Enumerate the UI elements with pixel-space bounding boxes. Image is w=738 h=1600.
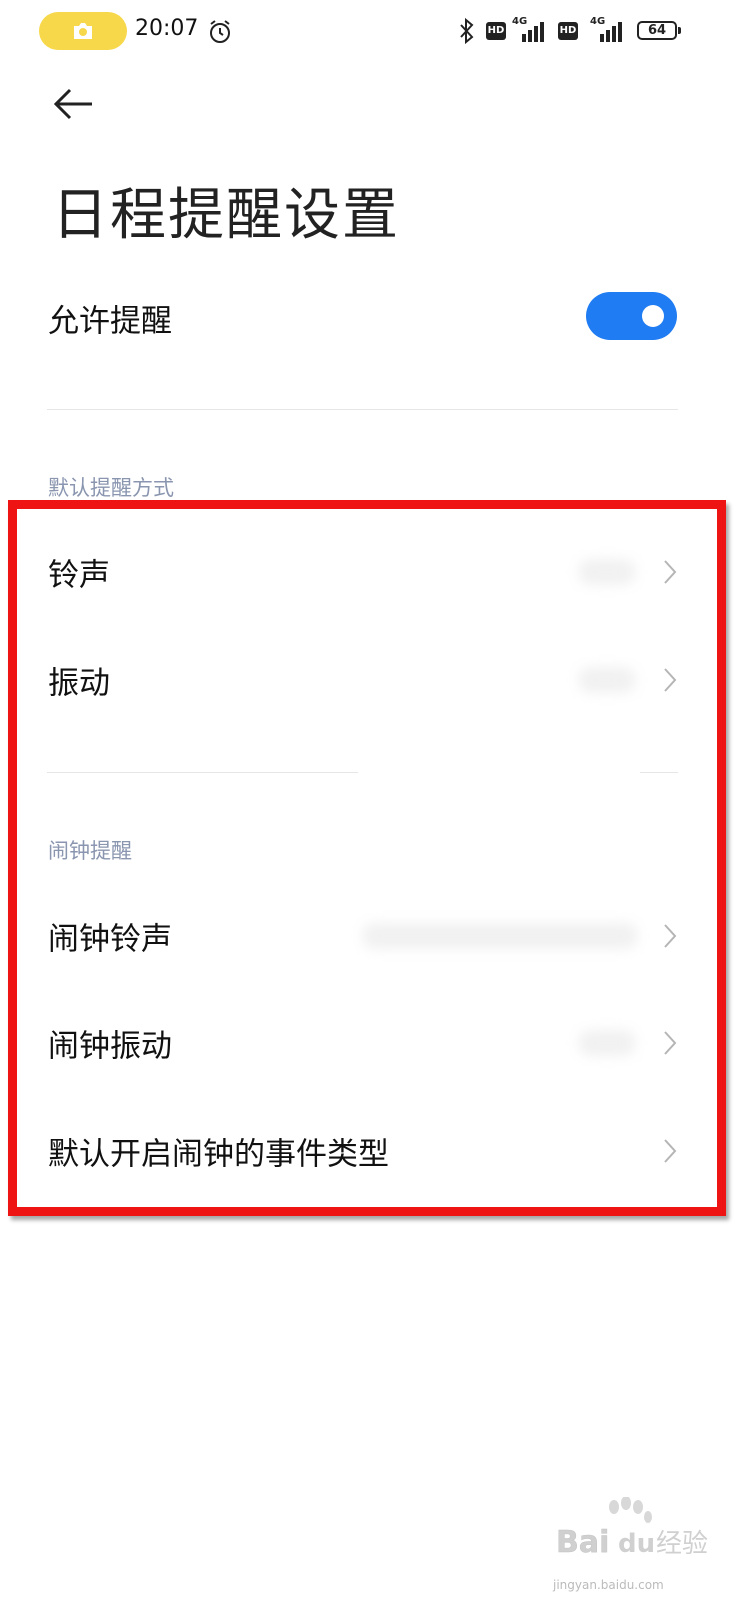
camera-icon (74, 23, 92, 39)
alarm-vibration-value-blurred (578, 1030, 636, 1056)
chevron-right-icon (664, 1139, 677, 1163)
screen-recorder-pill[interactable] (39, 12, 127, 50)
baidu-paw-logo: Bai du 经验 (556, 1496, 708, 1560)
clock-time: 20:07 (135, 16, 199, 41)
allow-reminder-toggle[interactable] (586, 292, 677, 340)
back-arrow-icon (53, 88, 92, 120)
chevron-right-icon (664, 924, 677, 948)
list-item-vibration[interactable]: 振动 (0, 630, 738, 730)
hd-badge: HD (486, 22, 506, 40)
watermark-brand-du: du (618, 1529, 655, 1559)
alarm-clock-icon (210, 20, 230, 43)
alarm-ringtone-label: 闹钟铃声 (48, 921, 172, 958)
page-title: 日程提醒设置 (52, 183, 400, 248)
vibration-label: 振动 (48, 665, 110, 702)
chevron-right-icon (664, 1031, 677, 1055)
chevron-right-icon (664, 668, 677, 692)
section-header-default-reminder: 默认提醒方式 (48, 476, 174, 500)
alarm-ringtone-value-blurred (362, 923, 638, 949)
baidu-jingyan-watermark: Bai du 经验 (556, 1496, 716, 1567)
toggle-knob (642, 305, 664, 327)
list-item-alarm-ringtone[interactable]: 闹钟铃声 (0, 886, 738, 986)
chevron-right-icon (664, 560, 677, 584)
back-button[interactable] (48, 82, 108, 126)
divider (47, 409, 678, 410)
battery-tip (678, 27, 681, 34)
ringtone-value-blurred (578, 559, 636, 585)
signal-bars-icon (522, 22, 544, 42)
watermark-brand: Bai (556, 1525, 609, 1560)
section-header-alarm-reminder: 闹钟提醒 (48, 839, 132, 863)
watermark-suffix: 经验 (656, 1529, 708, 1559)
bluetooth-icon (460, 17, 474, 45)
allow-reminder-label: 允许提醒 (48, 303, 172, 340)
divider (47, 772, 358, 773)
list-item-default-alarm-event-types[interactable]: 默认开启闹钟的事件类型 (0, 1101, 738, 1201)
hd-badge: HD (558, 22, 578, 40)
watermark-url: jingyan.baidu.com (553, 1578, 664, 1592)
vibration-value-blurred (578, 667, 636, 693)
battery-indicator: 64 (637, 21, 677, 40)
ringtone-label: 铃声 (48, 557, 110, 594)
status-bar: 20:07 HD 4G HD 4G 64 (0, 0, 738, 64)
list-item-ringtone[interactable]: 铃声 (0, 522, 738, 622)
divider (640, 772, 678, 773)
alarm-vibration-label: 闹钟振动 (48, 1028, 172, 1065)
signal-bars-icon (600, 22, 622, 42)
default-alarm-event-types-label: 默认开启闹钟的事件类型 (48, 1136, 389, 1173)
list-item-alarm-vibration[interactable]: 闹钟振动 (0, 993, 738, 1093)
